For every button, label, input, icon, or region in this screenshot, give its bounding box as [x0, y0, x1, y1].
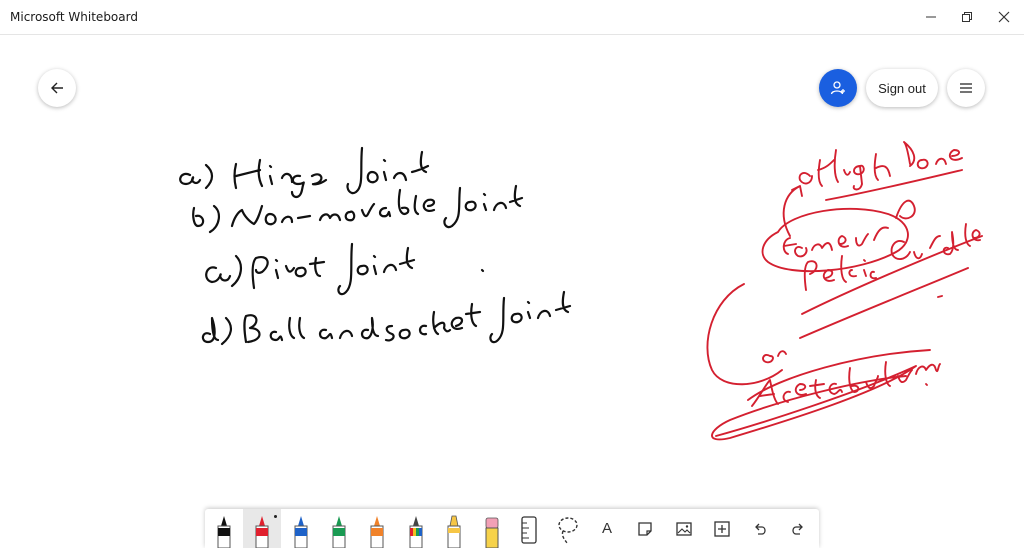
title-bar: Microsoft Whiteboard	[0, 0, 1024, 35]
insert-icon	[714, 520, 730, 537]
ruler-icon	[521, 515, 537, 544]
pen-blue-icon	[294, 516, 308, 548]
ink-line-c	[205, 242, 416, 296]
ink-line-d	[201, 290, 572, 346]
pen-black-icon	[217, 516, 231, 548]
ink-dash	[937, 295, 943, 298]
undo-button[interactable]	[741, 509, 779, 548]
minimize-button[interactable]	[912, 0, 950, 34]
close-button[interactable]	[985, 0, 1023, 34]
ink-thigh-bone	[798, 141, 963, 191]
eraser-tool[interactable]	[473, 509, 511, 548]
pen-orange-tool[interactable]	[358, 509, 396, 548]
highlighter-tool[interactable]	[435, 509, 473, 548]
inking-toolbar: A	[205, 509, 819, 548]
sticky-note-tool[interactable]	[626, 509, 664, 548]
ink-or	[762, 350, 787, 364]
close-icon	[998, 11, 1010, 23]
selected-indicator	[274, 515, 278, 518]
black-ink-strokes	[179, 146, 572, 346]
image-icon	[676, 521, 692, 536]
pen-rainbow-icon	[409, 516, 422, 548]
minimize-icon	[926, 16, 936, 18]
ink-arrow	[782, 185, 803, 237]
ink-acetabulum-loop	[711, 349, 931, 441]
ink-femur	[782, 226, 889, 258]
app-title: Microsoft Whiteboard	[10, 10, 138, 24]
ink-line-a	[179, 146, 430, 199]
text-tool[interactable]: A	[588, 509, 626, 548]
redo-button[interactable]	[779, 509, 817, 548]
pen-green-tool[interactable]	[320, 509, 358, 548]
whiteboard-canvas[interactable]	[0, 34, 1024, 509]
sticky-note-icon	[638, 521, 652, 536]
lasso-select-icon	[558, 516, 578, 543]
pen-black-tool[interactable]	[205, 509, 243, 548]
pen-green-icon	[332, 516, 346, 548]
ruler-tool[interactable]	[509, 509, 547, 548]
highlighter-icon	[447, 515, 461, 548]
lasso-select-tool[interactable]	[549, 509, 587, 548]
pen-red-icon	[255, 516, 269, 548]
redo-icon	[792, 523, 803, 535]
ink-dot	[480, 268, 485, 273]
pen-orange-icon	[370, 516, 384, 548]
pen-rainbow-tool[interactable]	[397, 509, 435, 548]
restore-icon	[962, 12, 972, 22]
undo-icon	[755, 523, 766, 535]
eraser-icon	[485, 517, 499, 548]
pen-red-tool[interactable]	[243, 509, 282, 548]
pen-blue-tool[interactable]	[282, 509, 320, 548]
ink-bracket-curve	[706, 283, 783, 386]
red-ink-strokes	[706, 141, 983, 441]
text-icon: A	[601, 520, 612, 537]
restore-button[interactable]	[948, 0, 986, 34]
image-tool[interactable]	[665, 509, 703, 548]
ink-dot-red	[925, 383, 928, 386]
ink-line-b	[192, 184, 524, 234]
insert-tool[interactable]	[703, 509, 741, 548]
